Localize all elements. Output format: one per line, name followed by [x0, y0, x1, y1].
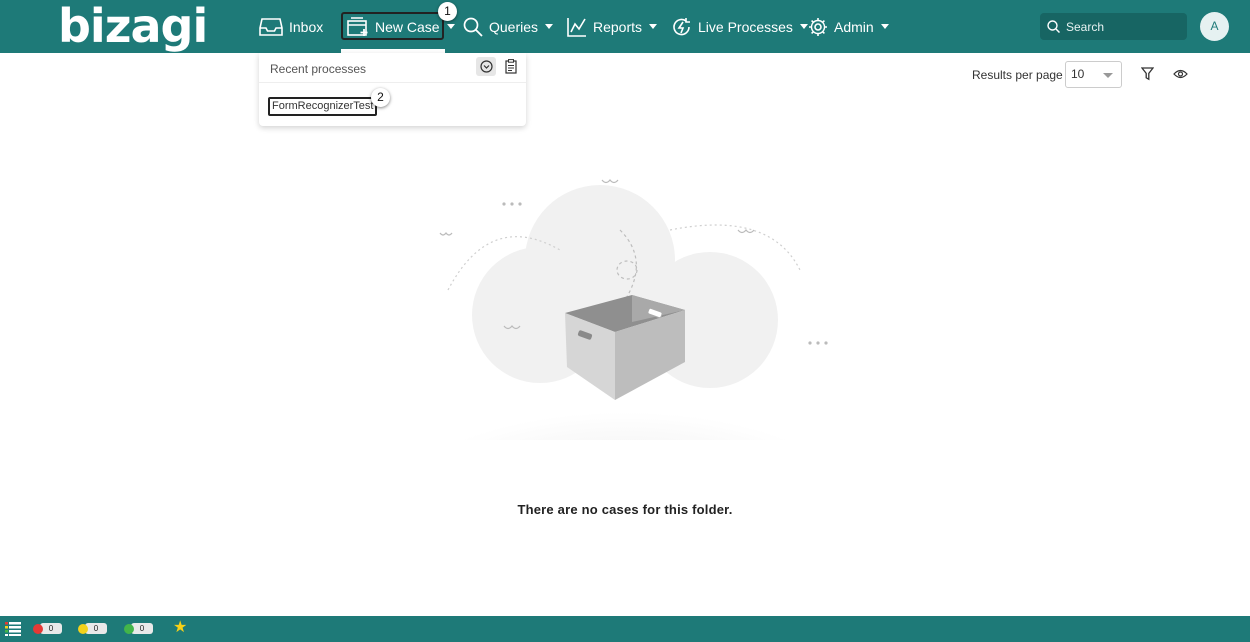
top-navigation-bar: bizagi Inbox New Case 1 Queries Reports … — [0, 0, 1250, 53]
star-icon[interactable]: ★ — [173, 620, 187, 636]
user-avatar[interactable]: A — [1200, 12, 1229, 41]
live-processes-icon — [673, 17, 690, 35]
new-case-dropdown: Recent processes FormRecognizerTest — [259, 53, 526, 126]
nav-live-processes[interactable]: Live Processes — [672, 0, 808, 53]
nav-queries[interactable]: Queries — [463, 0, 554, 53]
reports-chart-icon — [567, 17, 586, 37]
yellow-status-dot — [78, 623, 88, 634]
dropdown-header: Recent processes — [259, 53, 526, 83]
step-badge-2: 2 — [371, 88, 390, 107]
highlight-box — [341, 12, 444, 40]
nav-inbox-label: Inbox — [289, 18, 324, 35]
nav-admin[interactable]: Admin — [808, 0, 889, 53]
chevron-down-icon — [545, 24, 554, 29]
chevron-down-icon — [1103, 73, 1113, 78]
on-time-cases-counter[interactable]: 0 — [124, 622, 153, 635]
nav-reports[interactable]: Reports — [567, 0, 658, 53]
chevron-down-icon — [799, 24, 808, 29]
empty-box-illustration — [420, 179, 830, 440]
results-per-page-label: Results per page — [972, 68, 1063, 82]
nav-admin-label: Admin — [834, 18, 874, 35]
overdue-count: 0 — [40, 623, 62, 634]
step-badge-1: 1 — [438, 2, 457, 21]
bottom-status-bar: 0 0 0 ★ — [0, 616, 1250, 642]
at-risk-cases-counter[interactable]: 0 — [78, 622, 107, 635]
search-icon — [1047, 20, 1060, 33]
results-per-page-value: 10 — [1071, 67, 1085, 81]
nav-inbox[interactable]: Inbox — [259, 0, 323, 53]
chevron-down-icon — [649, 24, 658, 29]
eye-icon[interactable] — [1173, 68, 1188, 80]
red-status-dot — [33, 623, 43, 634]
green-status-dot — [124, 623, 134, 634]
nav-queries-label: Queries — [489, 18, 539, 35]
inbox-icon — [259, 17, 283, 36]
clipboard-icon — [505, 59, 517, 74]
clock-icon — [479, 60, 493, 73]
nav-live-processes-label: Live Processes — [698, 18, 793, 35]
empty-folder-message: There are no cases for this folder. — [517, 502, 733, 517]
at-risk-count: 0 — [85, 623, 107, 634]
process-item-formrecognizertest[interactable]: FormRecognizerTest — [268, 97, 377, 116]
search-input[interactable] — [1066, 19, 1176, 34]
task-list-icon[interactable] — [5, 622, 21, 636]
chevron-down-icon — [446, 24, 455, 29]
search-icon — [463, 17, 483, 37]
all-processes-button[interactable] — [503, 57, 519, 76]
bizagi-logo[interactable]: bizagi — [58, 3, 208, 49]
on-time-count: 0 — [131, 623, 153, 634]
gear-icon — [809, 17, 827, 36]
nav-reports-label: Reports — [593, 18, 643, 35]
global-search[interactable] — [1040, 13, 1187, 40]
filter-icon[interactable] — [1141, 67, 1154, 81]
overdue-cases-counter[interactable]: 0 — [33, 622, 62, 635]
results-per-page-select[interactable]: 10 — [1065, 61, 1122, 88]
recent-processes-button[interactable] — [476, 57, 496, 76]
recent-processes-title: Recent processes — [270, 62, 367, 76]
chevron-down-icon — [880, 24, 889, 29]
